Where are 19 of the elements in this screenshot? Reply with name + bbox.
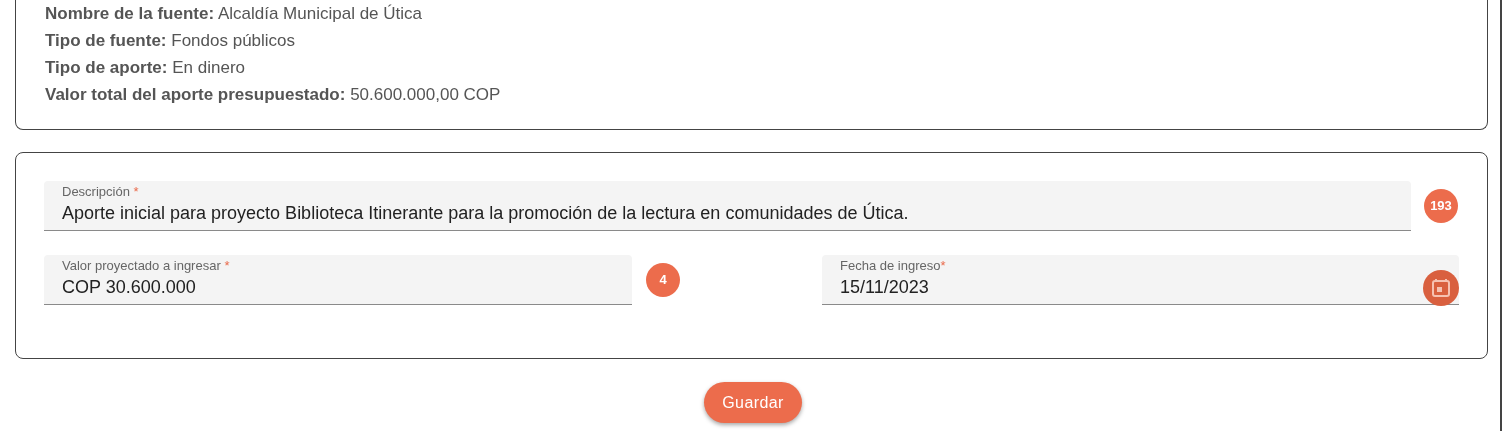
info-line: Nombre de la fuente: Alcaldía Municipal de Útica (45, 3, 423, 25)
calendar-icon (1431, 278, 1451, 298)
character-counter: 4 (646, 263, 680, 297)
field-value: COP 30.600.000 (62, 276, 197, 299)
info-line: Valor total del aporte presupuestado: 50.600.000,00 COP (45, 84, 502, 106)
field-label: Valor proyectado a ingresar (62, 258, 221, 273)
field-value: 15/11/2023 (840, 276, 930, 299)
required-mark: * (940, 258, 946, 273)
input-field[interactable]: Descripción * Aporte inicial para proyecto Biblioteca Itinerante para la promoción de la lectura en comunidades de Útica. (44, 181, 1411, 231)
info-line: Tipo de fuente: Fondos públicos (45, 30, 297, 52)
required-mark: * (133, 184, 139, 199)
info-line: Tipo de aporte: En dinero (45, 57, 246, 79)
field-value: Aporte inicial para proyecto Biblioteca Itinerante para la promoción de la lectura en comunidades de Útica. (62, 201, 910, 225)
field-label: Fecha de ingreso (840, 258, 941, 273)
character-counter: 193 (1424, 189, 1458, 223)
input-field[interactable]: Fecha de ingreso* 15/11/2023 (822, 255, 1459, 305)
field-label: Descripción (62, 184, 130, 199)
input-field[interactable]: Valor proyectado a ingresar * COP 30.600.000 (44, 255, 632, 305)
required-mark: * (224, 258, 230, 273)
